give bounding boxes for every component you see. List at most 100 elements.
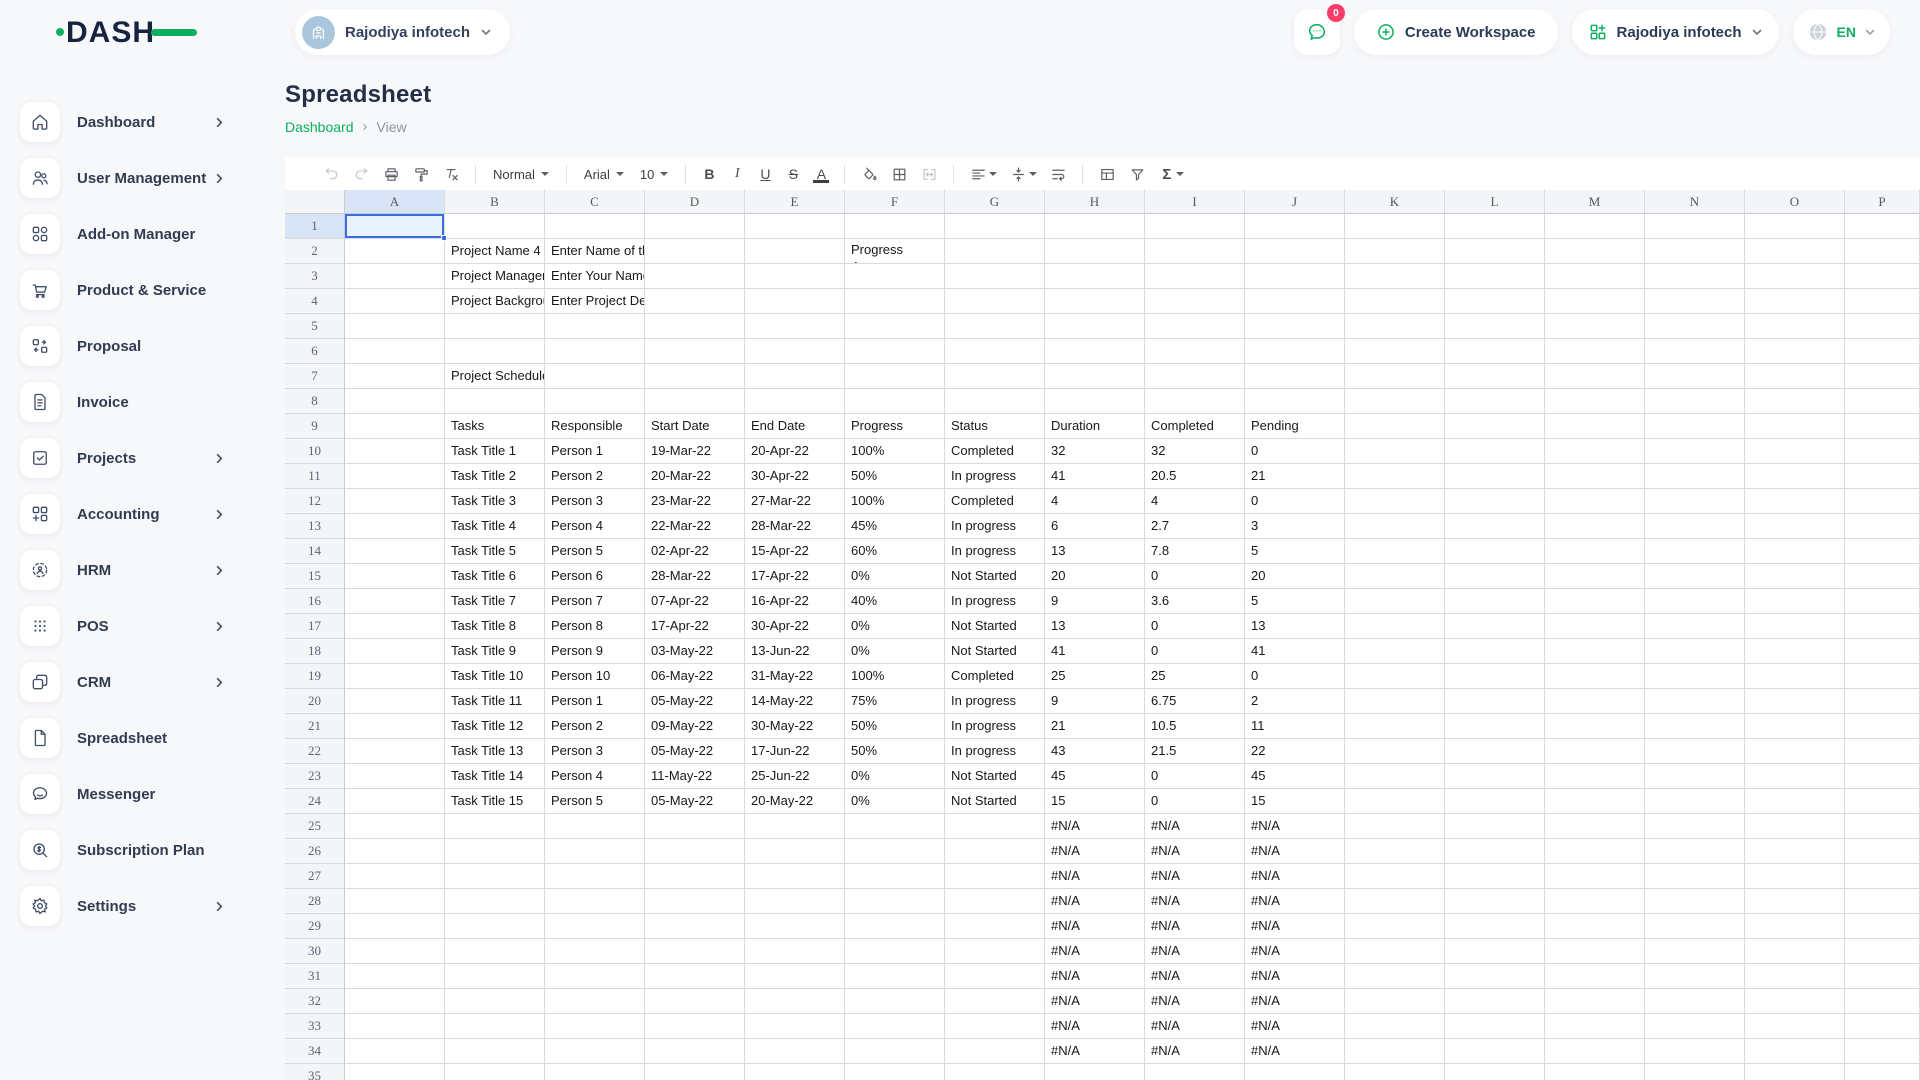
cell-N26[interactable]	[1645, 839, 1745, 864]
cell-I31[interactable]: #N/A	[1145, 964, 1245, 989]
cell-P25[interactable]	[1845, 814, 1920, 839]
cell-C3[interactable]: Enter Your Name	[545, 264, 645, 289]
cell-L12[interactable]	[1445, 489, 1545, 514]
cell-J17[interactable]: 13	[1245, 614, 1345, 639]
row-header-22[interactable]: 22	[285, 739, 345, 764]
cell-J12[interactable]: 0	[1245, 489, 1345, 514]
cell-H11[interactable]: 41	[1045, 464, 1145, 489]
row-header-30[interactable]: 30	[285, 939, 345, 964]
cell-E17[interactable]: 30-Apr-22	[745, 614, 845, 639]
cell-B15[interactable]: Task Title 6	[445, 564, 545, 589]
cell-K21[interactable]	[1345, 714, 1445, 739]
cell-P18[interactable]	[1845, 639, 1920, 664]
cell-L10[interactable]	[1445, 439, 1545, 464]
italic-button[interactable]: I	[725, 166, 749, 182]
cell-I4[interactable]	[1145, 289, 1245, 314]
cell-O2[interactable]	[1745, 239, 1845, 264]
column-header-B[interactable]: B	[445, 190, 545, 214]
cell-J19[interactable]: 0	[1245, 664, 1345, 689]
cell-M8[interactable]	[1545, 389, 1645, 414]
cell-L30[interactable]	[1445, 939, 1545, 964]
cell-G29[interactable]	[945, 914, 1045, 939]
cell-C30[interactable]	[545, 939, 645, 964]
cell-A23[interactable]	[345, 764, 445, 789]
cell-B13[interactable]: Task Title 4	[445, 514, 545, 539]
row-header-34[interactable]: 34	[285, 1039, 345, 1064]
cell-F6[interactable]	[845, 339, 945, 364]
cell-L24[interactable]	[1445, 789, 1545, 814]
cell-A28[interactable]	[345, 889, 445, 914]
cell-P33[interactable]	[1845, 1014, 1920, 1039]
cell-P26[interactable]	[1845, 839, 1920, 864]
text-wrap-button[interactable]	[1045, 162, 1071, 186]
column-header-H[interactable]: H	[1045, 190, 1145, 214]
cell-M11[interactable]	[1545, 464, 1645, 489]
cell-A32[interactable]	[345, 989, 445, 1014]
cell-J31[interactable]: #N/A	[1245, 964, 1345, 989]
cell-A2[interactable]	[345, 239, 445, 264]
language-selector[interactable]: EN	[1793, 9, 1890, 55]
cell-C34[interactable]	[545, 1039, 645, 1064]
cell-N2[interactable]	[1645, 239, 1745, 264]
cell-I16[interactable]: 3.6	[1145, 589, 1245, 614]
cell-I19[interactable]: 25	[1145, 664, 1245, 689]
cell-G26[interactable]	[945, 839, 1045, 864]
cell-O26[interactable]	[1745, 839, 1845, 864]
cell-K14[interactable]	[1345, 539, 1445, 564]
cell-I33[interactable]: #N/A	[1145, 1014, 1245, 1039]
cell-J32[interactable]: #N/A	[1245, 989, 1345, 1014]
cell-D1[interactable]	[645, 214, 745, 239]
cell-P11[interactable]	[1845, 464, 1920, 489]
cell-D32[interactable]	[645, 989, 745, 1014]
cell-L19[interactable]	[1445, 664, 1545, 689]
cell-N4[interactable]	[1645, 289, 1745, 314]
cell-I28[interactable]: #N/A	[1145, 889, 1245, 914]
cell-C16[interactable]: Person 7	[545, 589, 645, 614]
sidebar-item-invoice[interactable]: Invoice	[20, 382, 285, 422]
cell-K9[interactable]	[1345, 414, 1445, 439]
row-header-8[interactable]: 8	[285, 389, 345, 414]
cell-D16[interactable]: 07-Apr-22	[645, 589, 745, 614]
merge-cells-button[interactable]	[916, 162, 942, 186]
cell-J15[interactable]: 20	[1245, 564, 1345, 589]
cell-G35[interactable]	[945, 1064, 1045, 1080]
font-size-select[interactable]: 10	[634, 162, 674, 186]
cell-A20[interactable]	[345, 689, 445, 714]
cell-H1[interactable]	[1045, 214, 1145, 239]
cell-M9[interactable]	[1545, 414, 1645, 439]
horizontal-align-button[interactable]	[965, 162, 1001, 186]
cell-I22[interactable]: 21.5	[1145, 739, 1245, 764]
cell-D20[interactable]: 05-May-22	[645, 689, 745, 714]
cell-I35[interactable]	[1145, 1064, 1245, 1080]
cell-L2[interactable]	[1445, 239, 1545, 264]
cell-F21[interactable]: 50%	[845, 714, 945, 739]
cell-O21[interactable]	[1745, 714, 1845, 739]
cell-L28[interactable]	[1445, 889, 1545, 914]
cell-C11[interactable]: Person 2	[545, 464, 645, 489]
cell-M29[interactable]	[1545, 914, 1645, 939]
cell-G22[interactable]: In progress	[945, 739, 1045, 764]
cell-J35[interactable]	[1245, 1064, 1345, 1080]
cell-J4[interactable]	[1245, 289, 1345, 314]
cell-F3[interactable]	[845, 264, 945, 289]
cell-I27[interactable]: #N/A	[1145, 864, 1245, 889]
cell-A18[interactable]	[345, 639, 445, 664]
row-header-21[interactable]: 21	[285, 714, 345, 739]
cell-J29[interactable]: #N/A	[1245, 914, 1345, 939]
cell-E11[interactable]: 30-Apr-22	[745, 464, 845, 489]
cell-E32[interactable]	[745, 989, 845, 1014]
cell-O22[interactable]	[1745, 739, 1845, 764]
cell-N15[interactable]	[1645, 564, 1745, 589]
cell-D27[interactable]	[645, 864, 745, 889]
cell-I13[interactable]: 2.7	[1145, 514, 1245, 539]
cell-M3[interactable]	[1545, 264, 1645, 289]
cell-F13[interactable]: 45%	[845, 514, 945, 539]
cell-J33[interactable]: #N/A	[1245, 1014, 1345, 1039]
cell-N6[interactable]	[1645, 339, 1745, 364]
create-workspace-button[interactable]: Create Workspace	[1354, 9, 1558, 55]
cell-H18[interactable]: 41	[1045, 639, 1145, 664]
cell-F12[interactable]: 100%	[845, 489, 945, 514]
cell-P30[interactable]	[1845, 939, 1920, 964]
cell-O6[interactable]	[1745, 339, 1845, 364]
cell-L6[interactable]	[1445, 339, 1545, 364]
